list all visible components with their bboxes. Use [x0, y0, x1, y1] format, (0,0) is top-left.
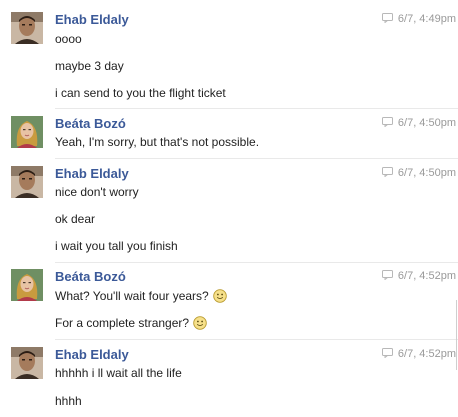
timestamp-text: 6/7, 4:52pm: [397, 348, 456, 360]
message-text: nice don't worry: [55, 185, 139, 199]
divider: [55, 339, 458, 340]
sender-name[interactable]: Ehab Eldaly: [55, 166, 129, 181]
message-group: Beáta Bozó 6/7, 4:52pm What? You'll wait…: [0, 269, 458, 337]
message-text: hhhh: [55, 394, 82, 408]
message-timestamp: 6/7, 4:50pm: [381, 117, 456, 129]
reply-icon[interactable]: [381, 348, 393, 358]
scrollbar[interactable]: [456, 300, 457, 370]
reply-icon[interactable]: [381, 167, 393, 177]
avatar-ehab-eldaly[interactable]: [11, 12, 43, 44]
divider: [55, 262, 458, 263]
divider: [55, 158, 458, 159]
message-text: i can send to you the flight ticket: [55, 86, 226, 100]
message-timestamp: 6/7, 4:49pm: [381, 13, 456, 25]
message-group: Beáta Bozó 6/7, 4:50pm Yeah, I'm sorry, …: [0, 116, 458, 156]
message-text: hhhhh i ll wait all the life: [55, 366, 182, 380]
message-text: maybe 3 day: [55, 59, 124, 73]
divider: [55, 108, 458, 109]
timestamp-text: 6/7, 4:52pm: [397, 270, 456, 282]
message-text-content: What? You'll wait four years?: [55, 289, 209, 303]
message-timestamp: 6/7, 4:50pm: [381, 167, 456, 179]
sender-name[interactable]: Ehab Eldaly: [55, 347, 129, 362]
message-text: i wait you tall you finish: [55, 239, 178, 253]
timestamp-text: 6/7, 4:50pm: [397, 117, 456, 129]
message-text-content: For a complete stranger?: [55, 316, 190, 330]
avatar-ehab-eldaly[interactable]: [11, 166, 43, 198]
avatar-ehab-eldaly[interactable]: [11, 347, 43, 379]
smiley-emoticon-icon: [212, 289, 227, 303]
timestamp-text: 6/7, 4:50pm: [397, 167, 456, 179]
reply-icon[interactable]: [381, 13, 393, 23]
avatar-beata-bozo[interactable]: [11, 116, 43, 148]
chat-thread: Ehab Eldaly 6/7, 4:49pm oooo maybe 3 day…: [0, 0, 458, 417]
reply-icon[interactable]: [381, 117, 393, 127]
message-group: Ehab Eldaly 6/7, 4:49pm oooo maybe 3 day…: [0, 12, 458, 108]
sender-name[interactable]: Beáta Bozó: [55, 269, 126, 284]
sender-name[interactable]: Ehab Eldaly: [55, 12, 129, 27]
message-timestamp: 6/7, 4:52pm: [381, 348, 456, 360]
message-group: Ehab Eldaly 6/7, 4:50pm nice don't worry…: [0, 166, 458, 262]
smiley-emoticon-icon: [193, 316, 207, 330]
message-text: Yeah, I'm sorry, but that's not possible…: [55, 135, 260, 149]
message-text: What? You'll wait four years?: [55, 289, 227, 303]
message-group: Ehab Eldaly 6/7, 4:52pm hhhhh i ll wait …: [0, 347, 458, 413]
message-text: For a complete stranger?: [55, 316, 207, 330]
avatar-beata-bozo[interactable]: [11, 269, 43, 301]
message-text: ok dear: [55, 212, 96, 226]
message-text: oooo: [55, 32, 82, 46]
message-timestamp: 6/7, 4:52pm: [381, 270, 456, 282]
sender-name[interactable]: Beáta Bozó: [55, 116, 126, 131]
reply-icon[interactable]: [381, 270, 393, 280]
timestamp-text: 6/7, 4:49pm: [397, 13, 456, 25]
